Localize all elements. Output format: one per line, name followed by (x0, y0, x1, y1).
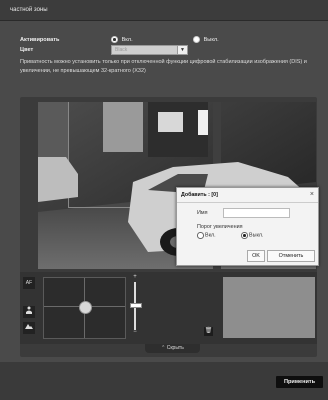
dialog-title: Добавить : [0] (181, 192, 218, 198)
activate-on-label: Вкл. (121, 36, 133, 43)
name-label: Имя (197, 210, 208, 216)
cancel-button[interactable]: Отменить (267, 250, 315, 262)
ptz-knob-icon[interactable] (79, 301, 92, 314)
af-button[interactable]: AF (23, 277, 35, 289)
landscape-icon[interactable] (23, 322, 35, 334)
color-row: Цвет (20, 47, 33, 53)
activate-label: Активировать (20, 37, 60, 43)
color-select[interactable]: Black ▼ (111, 45, 188, 55)
threshold-off-label: Выкл. (249, 232, 264, 239)
threshold-off-radio-icon[interactable] (241, 232, 248, 239)
trash-icon[interactable]: 🗑 (204, 327, 213, 336)
zoom-out-button[interactable]: − (131, 329, 139, 336)
activate-off-radio[interactable]: Выкл. (193, 36, 219, 43)
color-select-value: Black (115, 47, 128, 53)
page-title: частной зоны (10, 7, 48, 13)
color-label: Цвет (20, 47, 34, 53)
add-dialog: Добавить : [0] × Имя Порог увеличения Вк… (176, 187, 319, 266)
radio-off-icon[interactable] (193, 36, 200, 43)
dialog-divider (177, 202, 318, 203)
af-label: AF (25, 280, 33, 286)
ptz-pad[interactable] (43, 277, 126, 339)
radio-on-icon[interactable] (111, 36, 118, 43)
person-icon[interactable] (23, 306, 35, 318)
hide-button[interactable]: ⌃ Скрыть (145, 344, 200, 353)
chevron-down-icon[interactable]: ▼ (177, 46, 187, 54)
threshold-on-radio-icon[interactable] (197, 232, 204, 239)
threshold-off-radio[interactable]: Выкл. (241, 232, 264, 239)
apply-button[interactable]: Применить (276, 376, 323, 388)
zoom-slider-thumb[interactable] (130, 303, 142, 308)
privacy-note: Приватность можно установить только при … (20, 59, 307, 74)
activate-off-label: Выкл. (203, 36, 219, 43)
ok-button[interactable]: OK (247, 250, 265, 262)
activate-row: Активировать (20, 37, 59, 43)
close-icon[interactable]: × (310, 191, 314, 198)
name-input[interactable] (223, 208, 290, 218)
threshold-label: Порог увеличения (197, 224, 243, 230)
activate-on-radio[interactable]: Вкл. (111, 36, 133, 43)
zoom-in-button[interactable]: + (131, 274, 139, 281)
threshold-on-label: Вкл. (205, 232, 216, 239)
threshold-on-radio[interactable]: Вкл. (197, 232, 216, 239)
zone-preview (223, 277, 315, 338)
page-header: частной зоны (0, 0, 328, 21)
